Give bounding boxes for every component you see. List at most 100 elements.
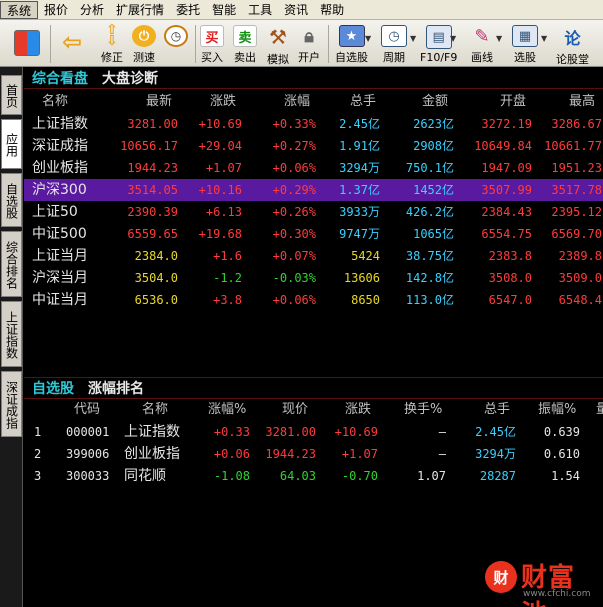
watchlist-title[interactable]: 自选股 (24, 378, 74, 398)
column-header-change[interactable]: 涨跌 (345, 399, 371, 421)
chevron-down-icon[interactable]: ▼ (410, 34, 416, 43)
side-tab-apps[interactable]: 应用 (1, 119, 22, 169)
column-header-percent[interactable]: 涨幅% (208, 399, 246, 421)
cell-name: 创业板指 (124, 446, 180, 462)
cell-last: 3504.0 (134, 271, 178, 285)
table-row[interactable]: 沪深300 3514.05 +10.16 +0.29% 1.37亿 1452亿 3507.9… (24, 179, 603, 201)
cell-high: 6569.70 (551, 227, 602, 241)
toolbar: ⇦ ⇧⇩ 修正 ⏻ 测速 ◷ 测速 买 买入 卖 卖出 ⚒ 模拟 🔒︎ 开户 ★… (0, 20, 603, 67)
table-row[interactable]: 2 399006 创业板指 +0.06 1944.23 +1.07 — 3294万 0.610 (24, 443, 603, 465)
table-row[interactable]: 上证指数 3281.00 +10.69 +0.33% 2.45亿 2623亿 3272.19… (24, 113, 603, 135)
modify-button[interactable]: ⇧ ⇩ 修正 (100, 22, 124, 65)
table-row[interactable]: 中证500 6559.65 +19.68 +0.30% 9747万 1065亿 6554.7… (24, 223, 603, 245)
menu-smart[interactable]: 智能 (206, 1, 242, 19)
market-overview-title[interactable]: 综合看盘 (24, 68, 88, 88)
select-stock-button[interactable]: ▦ 选股 (512, 22, 538, 65)
column-header-amount[interactable]: 金额 (422, 91, 448, 113)
column-header-turnover[interactable]: 换手% (404, 399, 442, 421)
cell-open: 2383.8 (488, 249, 532, 263)
cell-turnover: — (438, 425, 446, 439)
market-diagnosis-title[interactable]: 大盘诊断 (88, 68, 158, 88)
menu-help[interactable]: 帮助 (314, 1, 350, 19)
cell-vol: 5424 (351, 249, 380, 263)
layout-button[interactable] (14, 22, 40, 65)
column-header-last[interactable]: 最新 (146, 91, 172, 113)
buy-icon: 买 (200, 25, 224, 47)
column-header-volume[interactable]: 总手 (484, 399, 510, 421)
column-header-amplitude[interactable]: 振幅% (538, 399, 576, 421)
menu-trade[interactable]: 委托 (170, 1, 206, 19)
cell-vol: 3933万 (339, 205, 380, 219)
column-header-high[interactable]: 最高 (569, 91, 595, 113)
side-tab-watchlist[interactable]: 自选股 (1, 173, 22, 227)
chevron-down-icon[interactable]: ▼ (450, 34, 456, 43)
cell-pct: +0.27% (272, 139, 316, 153)
forum-button[interactable]: 论 论股堂 (556, 22, 589, 66)
side-tab-home[interactable]: 首页 (1, 75, 22, 115)
menu-quote[interactable]: 报价 (38, 1, 74, 19)
column-header-code[interactable]: 代码 (74, 399, 100, 421)
buy-button[interactable]: 买 买入 (200, 22, 224, 65)
period-button[interactable]: ◷ 周期 (381, 22, 407, 65)
cell-chg: +10.16 (198, 183, 242, 197)
column-header-quantity[interactable]: 量 (596, 399, 603, 421)
document-icon: ▤ (425, 25, 452, 49)
table-row[interactable]: 上证当月 2384.0 +1.6 +0.07% 5424 38.75亿 2383.8 2389… (24, 245, 603, 267)
table-row[interactable]: 1 000001 上证指数 +0.33 3281.00 +10.69 — 2.45亿 0.639 (24, 421, 603, 443)
column-header-name[interactable]: 名称 (42, 91, 68, 113)
speed-test-button[interactable]: ⏻ 测速 (132, 22, 156, 65)
table-row[interactable]: 深证成指 10656.17 +29.04 +0.27% 1.91亿 2908亿 10649.… (24, 135, 603, 157)
cell-open: 3507.99 (481, 183, 532, 197)
menu-tools[interactable]: 工具 (242, 1, 278, 19)
open-account-button[interactable]: 🔒︎ 开户 (297, 22, 321, 65)
table-row[interactable]: 上证50 2390.39 +6.13 +0.26% 3933万 426.2亿 2384.43… (24, 201, 603, 223)
menu-bar: 系统 报价 分析 扩展行情 委托 智能 工具 资讯 帮助 (0, 0, 603, 20)
table-row[interactable]: 3 300033 同花顺 -1.08 64.03 -0.70 1.07 28287 1.54 (24, 465, 603, 487)
cell-pct: +0.06 (213, 447, 250, 461)
chevron-down-icon[interactable]: ▼ (496, 34, 502, 43)
side-tab-sh-index[interactable]: 上证指数 (1, 301, 22, 367)
simulate-button[interactable]: ⚒ 模拟 (266, 22, 290, 66)
column-header-percent[interactable]: 涨幅 (284, 91, 310, 113)
cell-last: 6559.65 (127, 227, 178, 241)
sell-button[interactable]: 卖 卖出 (233, 22, 257, 65)
f10-button[interactable]: ▤ F10/F9 (420, 22, 457, 65)
side-tab-apps-label: 应用 (4, 133, 19, 157)
table-row[interactable]: 中证当月 6536.0 +3.8 +0.06% 8650 113.0亿 6547.0 6548… (24, 289, 603, 311)
cell-pct: +0.06% (272, 293, 316, 307)
column-header-price[interactable]: 现价 (282, 399, 308, 421)
cell-open: 2384.43 (481, 205, 532, 219)
cell-chg: +10.69 (198, 117, 242, 131)
cell-vol: 1.37亿 (339, 183, 380, 197)
cell-name: 上证当月 (32, 248, 88, 264)
cell-chg: +1.07 (341, 447, 378, 461)
cell-last: 6536.0 (134, 293, 178, 307)
menu-news[interactable]: 资讯 (278, 1, 314, 19)
side-tab-ranking[interactable]: 综合排名 (1, 231, 22, 297)
table-row[interactable]: 沪深当月 3504.0 -1.2 -0.03% 13606 142.8亿 3508.0 350… (24, 267, 603, 289)
table-row[interactable]: 创业板指 1944.23 +1.07 +0.06% 3294万 750.1亿 1947.09… (24, 157, 603, 179)
arrow-left-icon: ⇦ (61, 28, 83, 56)
cell-chg: +3.8 (213, 293, 242, 307)
back-button[interactable]: ⇦ (60, 22, 84, 65)
chevron-down-icon[interactable]: ▼ (541, 34, 547, 43)
clock-button[interactable]: ◷ 测速 (164, 22, 188, 65)
logo-url: www.cfchi.com (523, 589, 591, 599)
cell-high: 2389.8 (558, 249, 602, 263)
column-header-open[interactable]: 开盘 (500, 91, 526, 113)
forum-icon: 论 (564, 29, 581, 48)
menu-analysis[interactable]: 分析 (74, 1, 110, 19)
column-header-volume[interactable]: 总手 (350, 91, 376, 113)
main-panel: 综合看盘 大盘诊断 名称 最新 涨跌 涨幅 总手 金额 开盘 最高 上证指数 32… (24, 67, 603, 607)
column-header-change[interactable]: 涨跌 (210, 91, 236, 113)
chevron-down-icon[interactable]: ▼ (365, 34, 371, 43)
menu-extended-quote[interactable]: 扩展行情 (110, 1, 170, 19)
watchlist-button[interactable]: ★ 自选股 (335, 22, 368, 65)
gain-ranking-title[interactable]: 涨幅排名 (74, 378, 144, 398)
menu-system[interactable]: 系统 (0, 0, 39, 19)
cell-amt: 142.8亿 (405, 271, 454, 285)
draw-button[interactable]: ✎ 画线 (470, 22, 494, 65)
column-header-name[interactable]: 名称 (142, 399, 168, 421)
market-table-header: 名称 最新 涨跌 涨幅 总手 金额 开盘 最高 (24, 91, 603, 113)
side-tab-sz-index[interactable]: 深证成指 (1, 371, 22, 437)
